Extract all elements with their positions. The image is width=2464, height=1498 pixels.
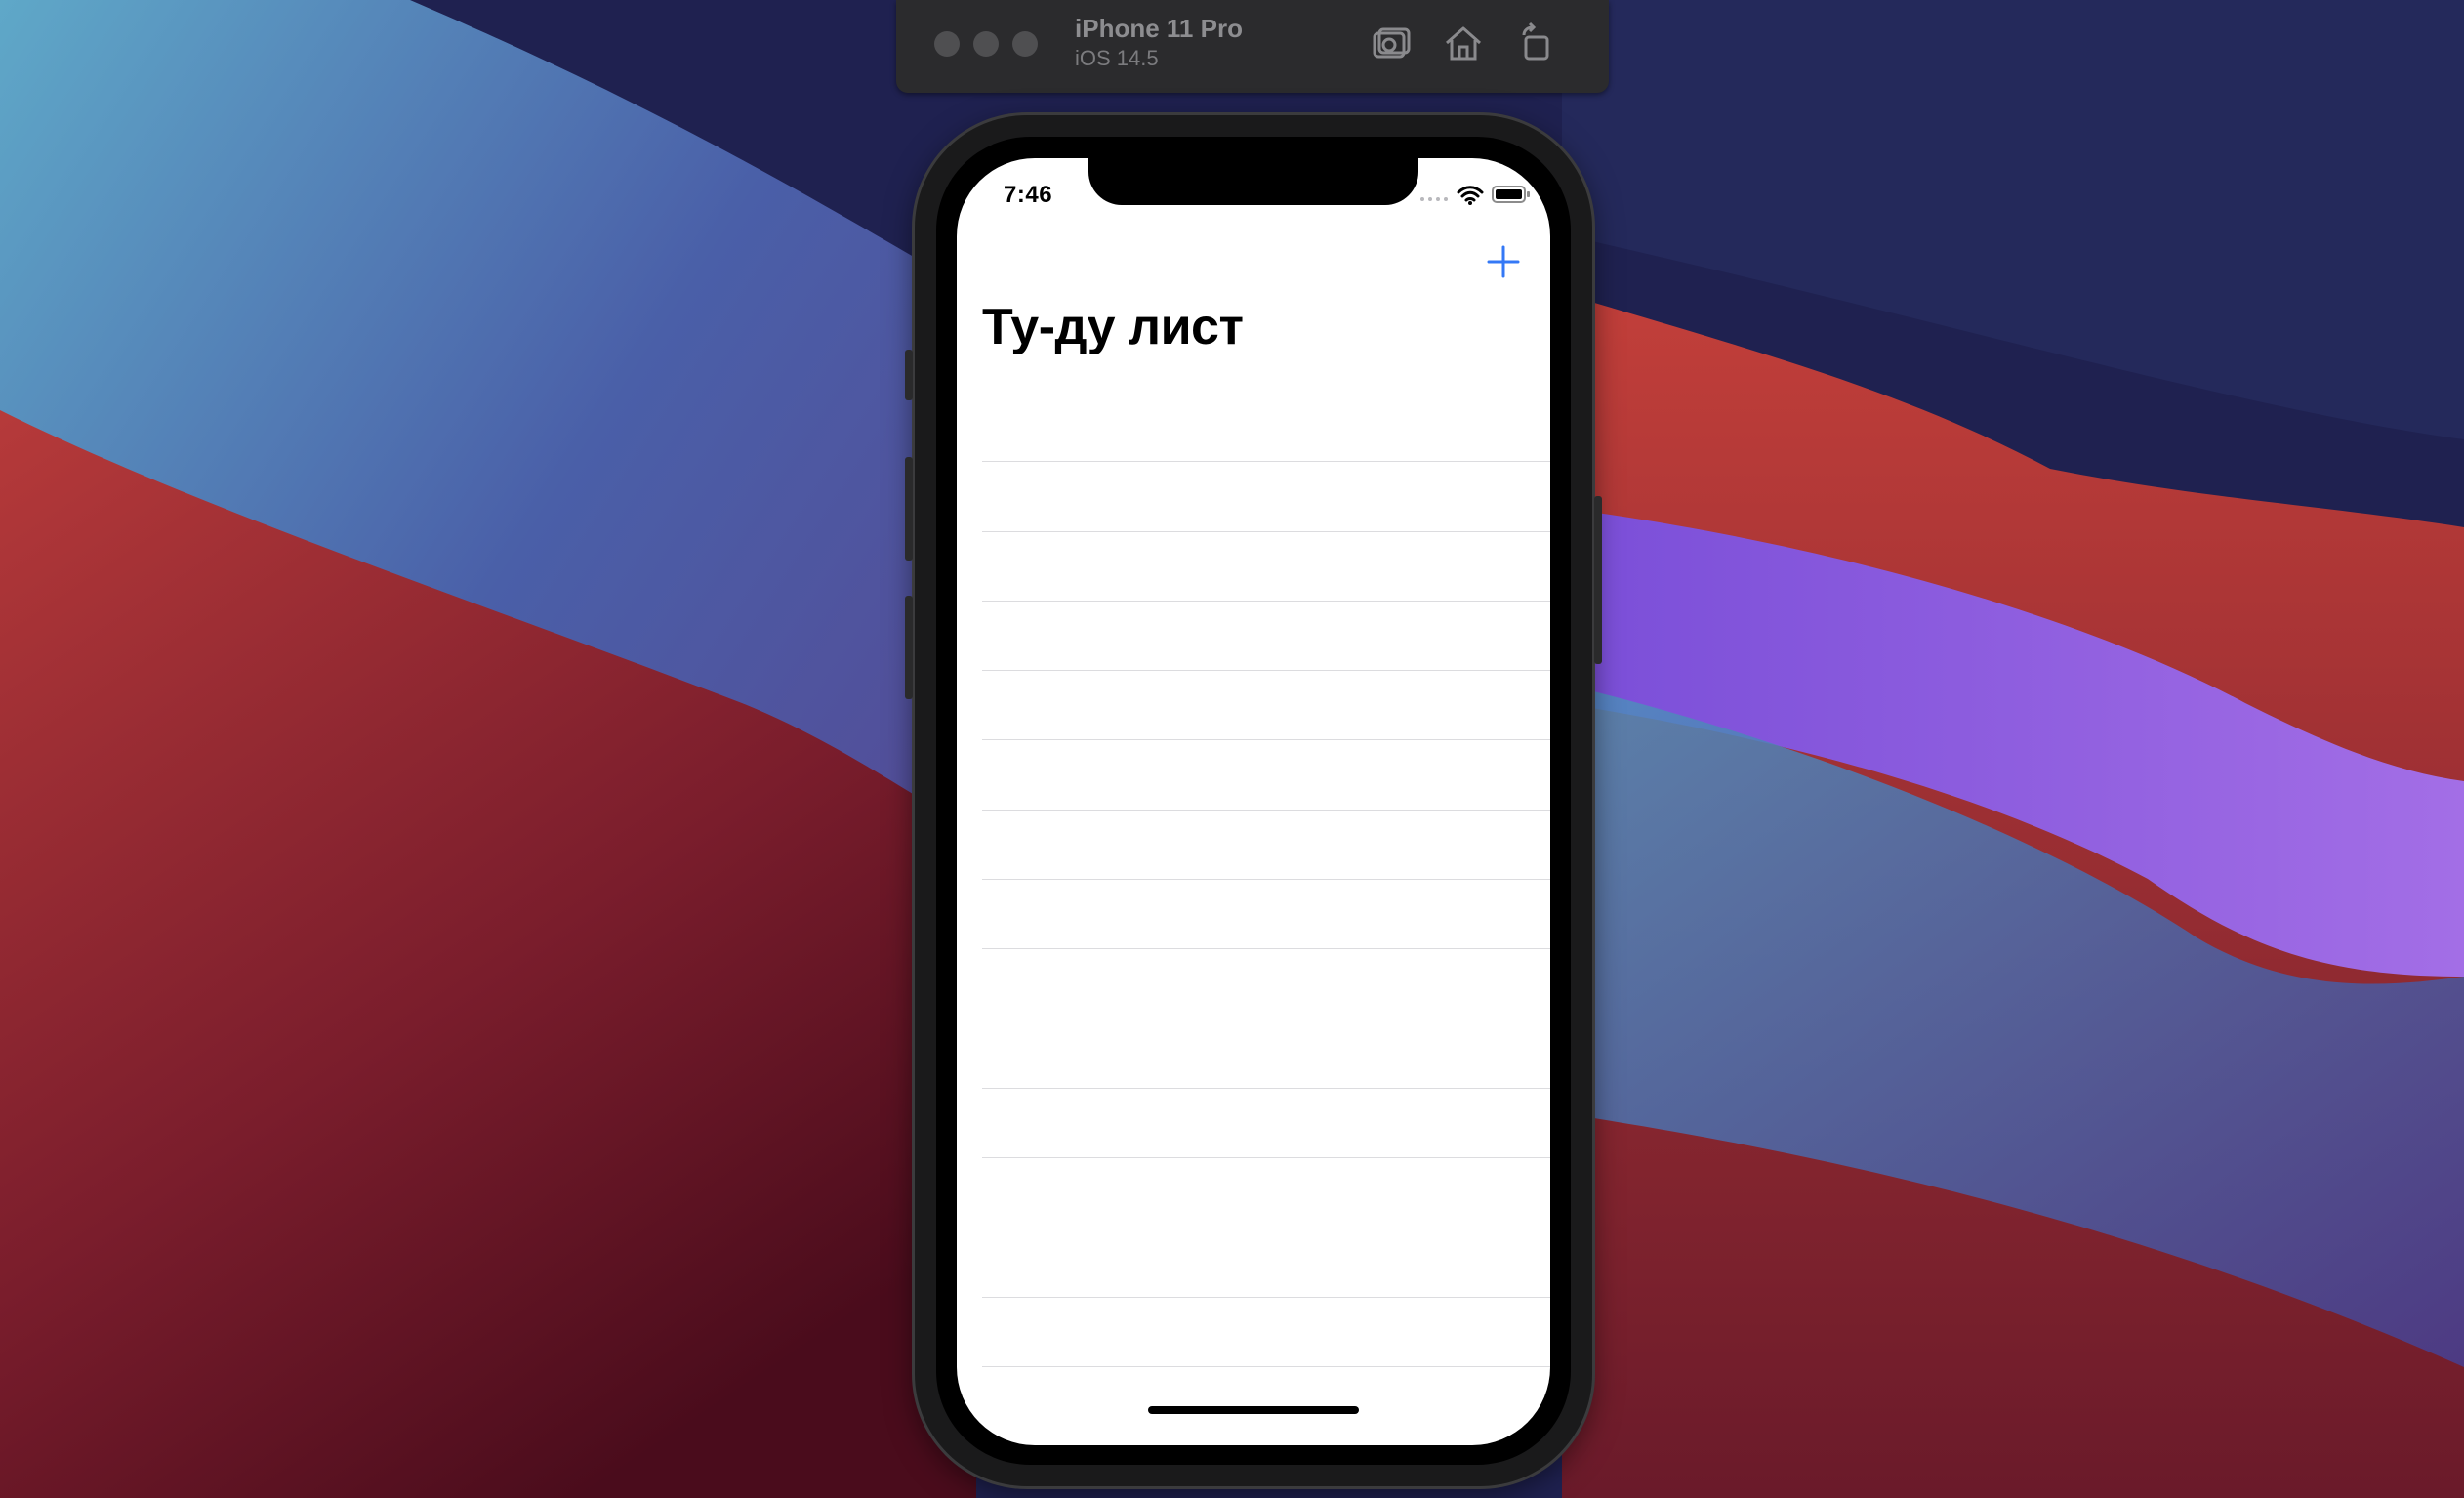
list-item[interactable] <box>957 880 1550 950</box>
list-item[interactable] <box>957 1367 1550 1437</box>
cellular-dots-icon <box>1420 197 1448 201</box>
simulator-device-name: iPhone 11 Pro <box>1075 14 1243 43</box>
status-time: 7:46 <box>1004 182 1053 208</box>
volume-up-button[interactable] <box>905 457 913 561</box>
list-item[interactable] <box>957 393 1550 463</box>
list-item[interactable] <box>957 740 1550 811</box>
volume-down-button[interactable] <box>905 596 913 699</box>
list-item[interactable] <box>957 811 1550 881</box>
home-icon[interactable] <box>1441 21 1486 66</box>
zoom-window-button[interactable] <box>1012 31 1038 57</box>
side-power-button[interactable] <box>1594 496 1602 664</box>
iphone-device-frame: 7:46 Ту-ду лист <box>905 115 1602 1486</box>
list-item[interactable] <box>957 1158 1550 1228</box>
silent-switch[interactable] <box>905 350 913 400</box>
desktop: iPhone 11 Pro iOS 14.5 7:46 Ту-ду лист <box>0 0 2464 1498</box>
battery-icon <box>1492 186 1530 203</box>
list-item[interactable] <box>957 1228 1550 1299</box>
simulator-toolbar: iPhone 11 Pro iOS 14.5 <box>896 0 1609 93</box>
list-item[interactable] <box>957 1019 1550 1090</box>
list-item[interactable] <box>957 462 1550 532</box>
page-title: Ту-ду лист <box>982 299 1244 355</box>
screenshot-icon[interactable] <box>1369 21 1414 66</box>
home-indicator[interactable] <box>1148 1406 1359 1414</box>
todo-list <box>957 393 1550 1437</box>
list-item[interactable] <box>957 1089 1550 1159</box>
simulator-os-version: iOS 14.5 <box>1075 46 1159 70</box>
list-item[interactable] <box>957 602 1550 672</box>
list-item[interactable] <box>957 949 1550 1019</box>
list-item[interactable] <box>957 532 1550 603</box>
app-screen: 7:46 Ту-ду лист <box>957 158 1550 1445</box>
plus-icon[interactable] <box>1482 240 1525 283</box>
list-item[interactable] <box>957 671 1550 741</box>
minimize-window-button[interactable] <box>973 31 999 57</box>
close-window-button[interactable] <box>934 31 960 57</box>
device-notch <box>1088 158 1418 205</box>
rotate-icon[interactable] <box>1513 21 1558 66</box>
list-item[interactable] <box>957 1298 1550 1368</box>
wifi-icon <box>1457 186 1484 205</box>
